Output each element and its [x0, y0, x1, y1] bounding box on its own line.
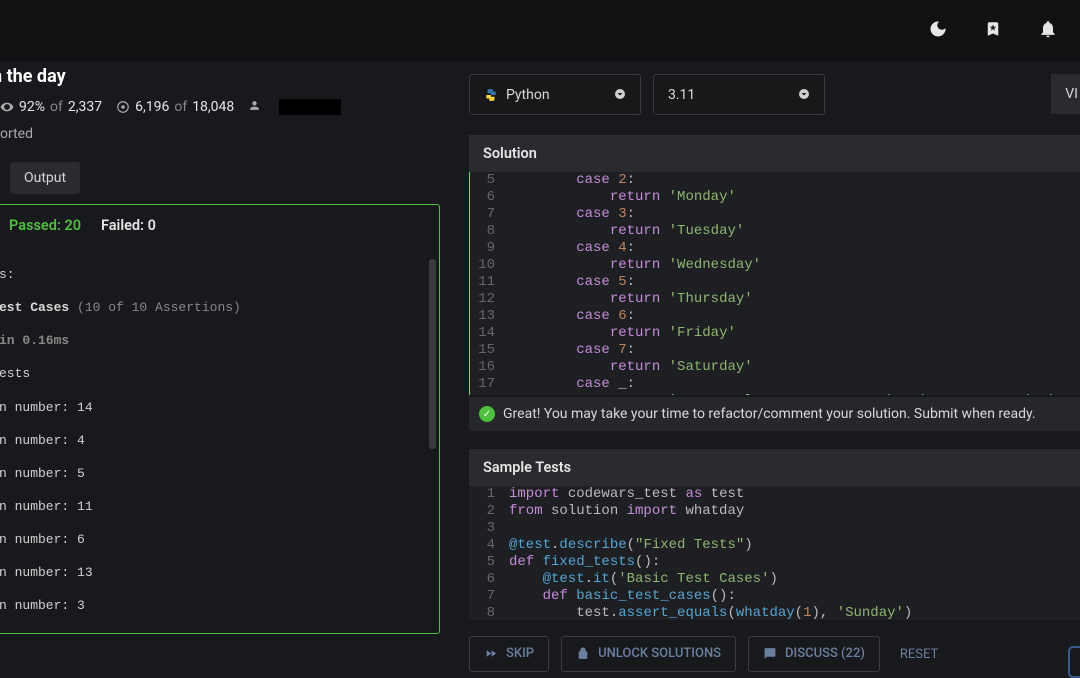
submit-button[interactable] — [1068, 646, 1080, 678]
code-line: 10 return 'Wednesday' — [469, 257, 1080, 274]
result-line: n number: 11 — [0, 490, 439, 523]
stat-percent: 92% — [19, 99, 45, 115]
fast-forward-icon — [484, 647, 498, 660]
code-line: 9 case 4: — [469, 240, 1080, 257]
code-line: 14 return 'Friday' — [469, 325, 1080, 342]
solution-title: Solution — [469, 135, 1080, 172]
code-line: 6 return 'Monday' — [469, 189, 1080, 206]
selector-row: Python 3.11 VI — [469, 74, 1080, 115]
comment-icon — [763, 647, 777, 660]
code-line: 2from solution import whatday — [469, 503, 1080, 520]
sample-tests-panel: Sample Tests 1import codewars_test as te… — [469, 449, 1080, 620]
stats-row: 92% of 2,337 6,196 of 18,048 — [0, 87, 449, 120]
code-line: 7 def basic_test_cases(): — [469, 588, 1080, 605]
result-line: n number: 6 — [0, 523, 439, 556]
result-line: n number: 3 — [0, 589, 439, 622]
scrollbar-thumb[interactable] — [429, 259, 436, 449]
discuss-button[interactable]: DISCUSS (22) — [748, 636, 880, 672]
chevron-down-icon — [798, 85, 810, 104]
reset-button[interactable]: RESET — [900, 647, 938, 662]
stat-completion: 92% of 2,337 — [0, 99, 102, 115]
page-title: n the day — [0, 62, 449, 87]
sample-title: Sample Tests — [469, 449, 1080, 486]
code-line: 8 return 'Tuesday' — [469, 223, 1080, 240]
bell-icon[interactable] — [1038, 19, 1058, 43]
code-line: 18 return 'Wrong, please enter a number … — [469, 393, 1080, 395]
result-line: n number: 14 — [0, 391, 439, 424]
results-body: s:est Cases (10 of 10 Assertions)in 0.16… — [0, 244, 439, 623]
right-panel: Python 3.11 VI Solution 5 case 2:6 retur… — [449, 62, 1080, 675]
code-line: 13 case 6: — [469, 308, 1080, 325]
top-bar — [0, 0, 1080, 62]
unlock-label: UNLOCK SOLUTIONS — [598, 646, 721, 661]
stat-total: 18,048 — [192, 99, 234, 115]
code-line: 12 return 'Thursday' — [469, 291, 1080, 308]
chevron-down-icon — [614, 85, 626, 104]
result-line: n number: 4 — [0, 424, 439, 457]
notice-text: Great! You may take your time to refacto… — [503, 406, 1036, 422]
stat-of-1: of — [50, 99, 63, 115]
code-line: 15 case 7: — [469, 342, 1080, 359]
result-line: n number: 13 — [0, 556, 439, 589]
sample-editor[interactable]: 1import codewars_test as test2from solut… — [469, 486, 1080, 620]
code-line: 7 case 3: — [469, 206, 1080, 223]
code-line: 5 case 2: — [469, 172, 1080, 189]
language-selector[interactable]: Python — [469, 74, 641, 115]
bookmark-icon[interactable] — [984, 19, 1002, 43]
avatar[interactable] — [279, 99, 341, 115]
unlock-button[interactable]: UNLOCK SOLUTIONS — [561, 636, 736, 672]
stat-attempts: 6,196 of 18,048 — [116, 99, 234, 115]
lock-icon — [576, 647, 590, 660]
failed-label: Failed: 0 — [101, 217, 156, 234]
action-bar: SKIP UNLOCK SOLUTIONS DISCUSS (22) RESET — [469, 636, 1080, 672]
dark-mode-icon[interactable] — [928, 19, 948, 43]
version-selector[interactable]: 3.11 — [653, 74, 825, 115]
vi-mode-button[interactable]: VI — [1051, 74, 1080, 114]
user-icon — [248, 97, 261, 116]
stat-percent-total: 2,337 — [68, 99, 102, 115]
code-line: 3 — [469, 520, 1080, 537]
code-line: 5def fixed_tests(): — [469, 554, 1080, 571]
discuss-label: DISCUSS (22) — [785, 646, 865, 661]
left-panel: n the day 92% of 2,337 6,196 of 18,048 o… — [0, 62, 449, 675]
solution-editor[interactable]: 5 case 2:6 return 'Monday'7 case 3:8 ret… — [469, 172, 1080, 395]
language-label: Python — [506, 87, 550, 103]
result-line: est Cases (10 of 10 Assertions) — [0, 291, 439, 324]
code-line: 1import codewars_test as test — [469, 486, 1080, 503]
success-notice: ✓ Great! You may take your time to refac… — [469, 397, 1080, 431]
python-icon — [484, 88, 498, 102]
stat-of-2: of — [174, 99, 187, 115]
results-panel: Passed: 20 Failed: 0 s:est Cases (10 of … — [0, 204, 440, 634]
sorted-label: orted — [0, 120, 449, 148]
version-label: 3.11 — [668, 87, 695, 103]
solution-panel: Solution 5 case 2:6 return 'Monday'7 cas… — [469, 135, 1080, 431]
skip-label: SKIP — [506, 646, 534, 661]
code-line: 6 @test.it('Basic Test Cases') — [469, 571, 1080, 588]
result-line: n number: 5 — [0, 457, 439, 490]
scrollbar[interactable] — [428, 235, 437, 625]
result-line: ests — [0, 357, 439, 390]
code-line: 4@test.describe("Fixed Tests") — [469, 537, 1080, 554]
skip-button[interactable]: SKIP — [469, 636, 549, 672]
code-line: 17 case _: — [469, 376, 1080, 393]
passed-label: Passed: 20 — [9, 217, 81, 234]
code-line: 8 test.assert_equals(whatday(1), 'Sunday… — [469, 605, 1080, 620]
stat-count: 6,196 — [135, 99, 169, 115]
result-line: s: — [0, 258, 439, 291]
result-line: in 0.16ms — [0, 324, 439, 357]
code-line: 16 return 'Saturday' — [469, 359, 1080, 376]
check-icon: ✓ — [479, 406, 495, 422]
code-line: 11 case 5: — [469, 274, 1080, 291]
cursor-line-indicator — [469, 172, 470, 395]
tab-output[interactable]: Output — [10, 162, 80, 194]
